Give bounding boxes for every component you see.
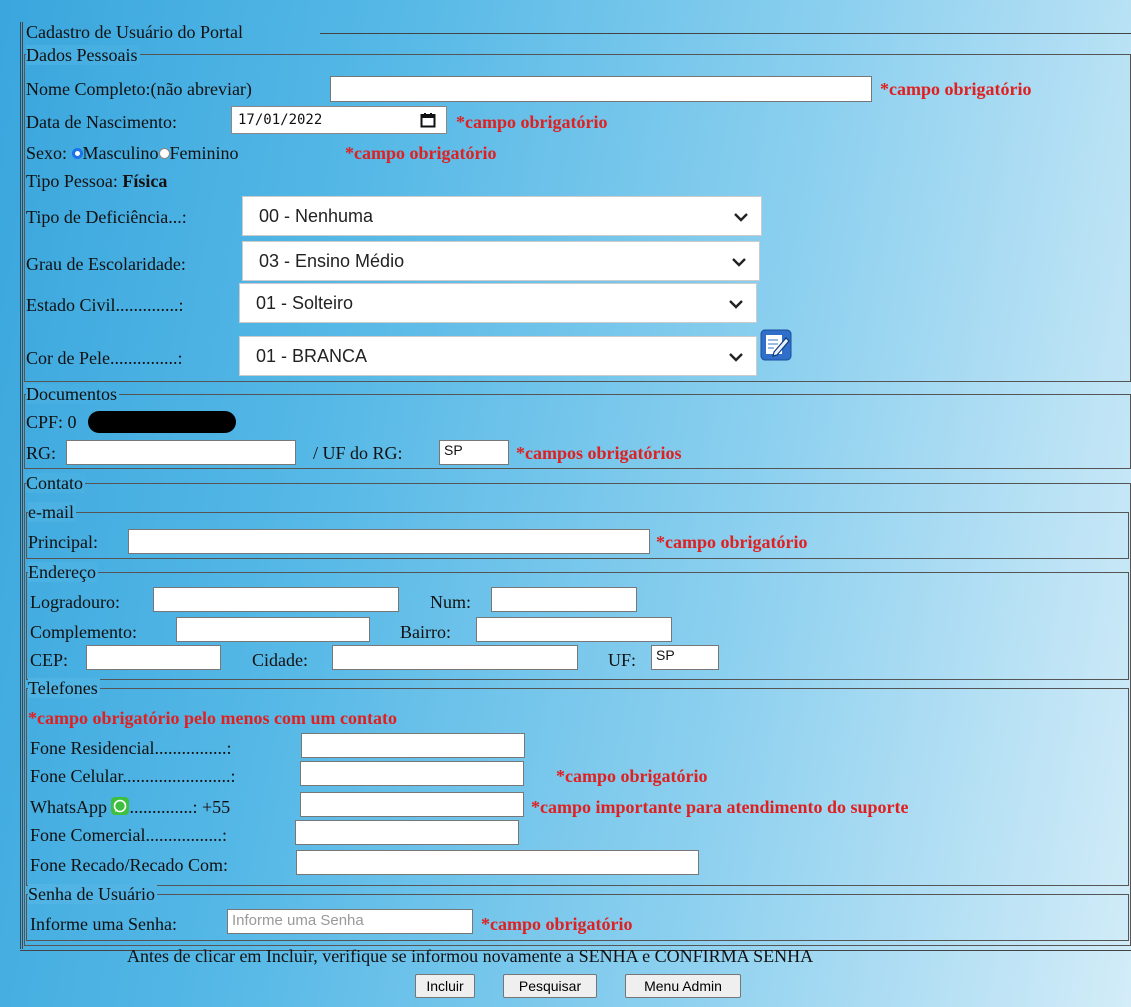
- senha-input[interactable]: Informe uma Senha: [227, 909, 473, 934]
- estado-civil-label: Estado Civil..............:: [26, 295, 184, 315]
- fone-celular-input[interactable]: [300, 761, 524, 786]
- calendar-icon[interactable]: [420, 112, 436, 128]
- senha-label: Informe uma Senha:: [30, 914, 177, 934]
- bairro-input[interactable]: [476, 617, 672, 642]
- whatsapp-icon: [111, 797, 130, 815]
- deficiencia-label: Tipo de Deficiência...:: [26, 207, 187, 227]
- bairro-label: Bairro:: [400, 622, 451, 642]
- chevron-down-icon: [734, 213, 748, 222]
- cidade-input[interactable]: [332, 645, 578, 670]
- cpf-label: CPF: 0: [26, 412, 77, 432]
- footer-note: Antes de clicar em Incluir, verifique se…: [127, 946, 814, 966]
- uf-rg-label: / UF do RG:: [313, 443, 403, 463]
- escolaridade-selected-value: 03 - Ensino Médio: [259, 251, 405, 271]
- fone-celular-required-note: *campo obrigatório: [556, 766, 708, 786]
- chevron-down-icon: [729, 353, 743, 362]
- cep-input[interactable]: [86, 645, 221, 670]
- num-label: Num:: [430, 592, 472, 612]
- dados-pessoais-legend: Dados Pessoais: [26, 45, 140, 65]
- incluir-button[interactable]: Incluir: [415, 974, 475, 998]
- complemento-label: Complemento:: [30, 622, 137, 642]
- tipo-pessoa-value: Física: [122, 171, 168, 191]
- nome-label: Nome Completo:(não abreviar): [26, 79, 252, 99]
- deficiencia-selected-value: 00 - Nenhuma: [259, 206, 374, 226]
- menu-admin-button[interactable]: Menu Admin: [625, 974, 741, 998]
- whatsapp-row: WhatsApp ..............: +55: [30, 797, 230, 817]
- nascimento-required-note: *campo obrigatório: [456, 112, 608, 132]
- edit-note-icon[interactable]: [760, 329, 792, 361]
- sexo-masculino-label[interactable]: Masculino: [83, 143, 159, 163]
- fone-recado-label: Fone Recado/Recado Com:: [30, 855, 228, 875]
- cor-pele-select[interactable]: 01 - BRANCA: [239, 336, 757, 376]
- sexo-required-note: *campo obrigatório: [345, 143, 497, 163]
- sexo-masculino-radio[interactable]: [71, 148, 83, 160]
- rg-required-note: *campos obrigatórios: [516, 443, 682, 463]
- cidade-label: Cidade:: [252, 650, 308, 670]
- cep-label: CEP:: [30, 650, 69, 670]
- nascimento-date-input[interactable]: 17/01/2022: [231, 106, 447, 134]
- fone-residencial-label: Fone Residencial................:: [30, 738, 232, 758]
- senha-legend: Senha de Usuário: [28, 884, 157, 904]
- chevron-down-icon: [732, 258, 746, 267]
- uf-input[interactable]: SP: [651, 645, 719, 670]
- fone-residencial-input[interactable]: [301, 733, 525, 758]
- telefones-legend: Telefones: [28, 678, 100, 698]
- email-legend: e-mail: [28, 502, 76, 522]
- deficiencia-select[interactable]: 00 - Nenhuma: [242, 196, 762, 236]
- nascimento-date-value: 17/01/2022: [238, 112, 323, 128]
- tipo-pessoa-label: Tipo Pessoa:: [26, 171, 118, 191]
- logradouro-label: Logradouro:: [30, 592, 120, 612]
- form-title: Cadastro de Usuário do Portal: [26, 22, 243, 42]
- pesquisar-button[interactable]: Pesquisar: [503, 974, 597, 998]
- whatsapp-label: WhatsApp: [30, 797, 107, 817]
- chevron-down-icon: [729, 300, 743, 309]
- cor-pele-selected-value: 01 - BRANCA: [256, 346, 368, 366]
- tipo-pessoa-row: Tipo Pessoa: Física: [26, 171, 167, 191]
- senha-required-note: *campo obrigatório: [481, 914, 633, 934]
- nome-input[interactable]: [330, 76, 872, 102]
- sexo-feminino-radio[interactable]: [158, 148, 170, 160]
- whatsapp-input[interactable]: [300, 792, 524, 817]
- telefones-required-note: *campo obrigatório pelo menos com um con…: [28, 708, 397, 728]
- whatsapp-required-note: *campo importante para atendimento do su…: [531, 797, 909, 817]
- cpf-redacted-mark: [88, 411, 236, 433]
- sexo-row: Sexo: Masculino Feminino: [26, 143, 239, 163]
- sexo-feminino-label[interactable]: Feminino: [170, 143, 239, 163]
- num-input[interactable]: [491, 587, 637, 612]
- fone-recado-input[interactable]: [296, 850, 699, 875]
- fone-celular-label: Fone Celular........................:: [30, 766, 236, 786]
- sexo-label: Sexo:: [26, 143, 68, 163]
- principal-required-note: *campo obrigatório: [656, 532, 808, 552]
- fone-comercial-input[interactable]: [295, 820, 519, 845]
- whatsapp-dots: ..............: +55: [129, 797, 231, 817]
- documentos-legend: Documentos: [26, 384, 119, 404]
- rg-input[interactable]: [66, 440, 296, 465]
- principal-label: Principal:: [28, 532, 98, 552]
- cor-pele-label: Cor de Pele...............:: [26, 348, 183, 368]
- estado-civil-select[interactable]: 01 - Solteiro: [239, 283, 757, 323]
- contato-legend: Contato: [26, 473, 85, 493]
- escolaridade-label: Grau de Escolaridade:: [26, 254, 186, 274]
- rg-label: RG:: [26, 443, 57, 463]
- nascimento-label: Data de Nascimento:: [26, 112, 177, 132]
- nome-required-note: *campo obrigatório: [880, 79, 1032, 99]
- escolaridade-select[interactable]: 03 - Ensino Médio: [242, 241, 760, 281]
- uf-label: UF:: [608, 650, 637, 670]
- uf-rg-input[interactable]: SP: [439, 440, 509, 465]
- principal-email-input[interactable]: [128, 529, 650, 554]
- complemento-input[interactable]: [176, 617, 370, 642]
- fone-comercial-label: Fone Comercial.................:: [30, 825, 227, 845]
- endereco-legend: Endereço: [28, 562, 98, 582]
- estado-civil-selected-value: 01 - Solteiro: [256, 293, 354, 313]
- logradouro-input[interactable]: [153, 587, 399, 612]
